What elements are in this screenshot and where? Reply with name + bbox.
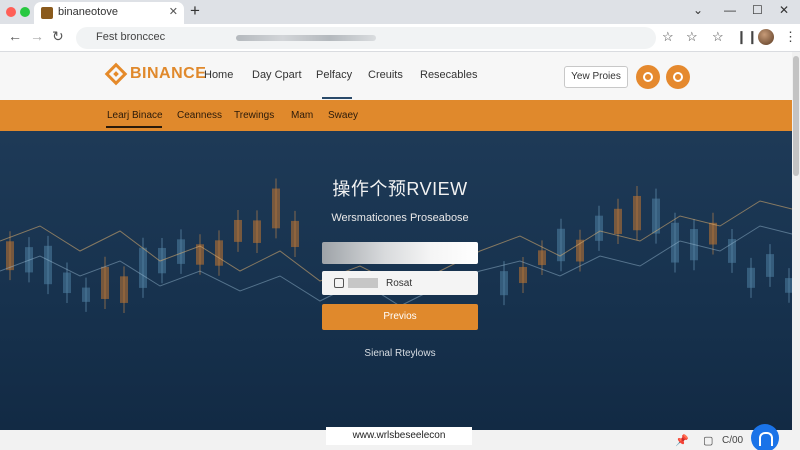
nav-resecables[interactable]: Resecables (420, 69, 477, 81)
subnav-mam[interactable]: Mam (291, 110, 313, 121)
subnav-ceanness[interactable]: Ceanness (177, 110, 222, 121)
browser-tab-bar: binaneotove ✕ + ⌄ — ☐ ✕ (0, 0, 800, 24)
help-fab-button[interactable] (751, 424, 779, 450)
lock-icon (334, 278, 344, 288)
subnav-active-indicator (106, 126, 162, 128)
close-window-dot[interactable] (6, 7, 16, 17)
password-field-value: Rosat (386, 278, 413, 289)
star-outline-icon[interactable]: ☆ (686, 29, 698, 45)
nav-home[interactable]: Home (204, 69, 233, 81)
back-icon[interactable]: ← (8, 28, 22, 44)
candle-body (747, 267, 755, 288)
tab-close-icon[interactable]: ✕ (169, 5, 178, 18)
blurred-input-text (348, 278, 378, 288)
candle-body (728, 239, 736, 263)
candle-body (63, 272, 71, 294)
address-blurred-text (236, 35, 376, 41)
candle-body (766, 254, 774, 277)
close-button[interactable]: ✕ (779, 3, 789, 17)
settings-icon[interactable] (666, 65, 690, 89)
subnav-swaey[interactable]: Swaey (328, 110, 358, 121)
subnav-learn-binance[interactable]: Learj Binace (107, 110, 163, 121)
candle-body (44, 245, 52, 285)
status-text: C/00 (722, 435, 744, 446)
chat-icon[interactable]: ▢ (703, 434, 713, 447)
candle-body (519, 266, 527, 284)
notification-icon[interactable] (636, 65, 660, 89)
hero-title: 操作个预RVIEW (332, 179, 468, 199)
candle-body (215, 240, 223, 266)
maximize-window-dot[interactable] (20, 7, 30, 17)
menu-dots-icon[interactable]: ⋮ (784, 29, 797, 45)
nav-active-indicator (322, 97, 352, 99)
candle-body (139, 247, 147, 288)
address-text: Fest bronccec (96, 31, 166, 43)
status-url: www.wrlsbeseelecon (326, 427, 472, 445)
split-icon[interactable]: ❙❙ (736, 29, 758, 45)
scrollbar-thumb[interactable] (793, 56, 799, 176)
pin-icon[interactable]: 📌 (675, 434, 689, 447)
nav-pelfacy[interactable]: Pelfacy (316, 69, 352, 81)
maximize-button[interactable]: ☐ (752, 3, 763, 17)
browser-toolbar: ← → ↻ Fest bronccec ☆ ☆ ☆ ❙❙ ⋮ (0, 24, 800, 52)
hero-subtitle: Wersmaticones Proseabose (331, 212, 469, 224)
candle-body (120, 276, 128, 303)
email-field[interactable] (322, 242, 478, 264)
candle-body (709, 222, 717, 245)
candle-body (538, 250, 546, 266)
minimize-button[interactable]: — (724, 3, 736, 17)
forward-icon[interactable]: → (30, 28, 44, 44)
signal-reviews-link[interactable]: Sienal Rteylows (0, 348, 800, 359)
candle-body (557, 228, 565, 262)
site-logo[interactable]: BINANCE (130, 65, 206, 83)
profile-avatar[interactable] (758, 29, 774, 45)
subnav-trewings[interactable]: Trewings (234, 110, 274, 121)
candle-body (101, 266, 109, 299)
tab-title: binaneotove (58, 6, 118, 18)
nav-creuits[interactable]: Creuits (368, 69, 403, 81)
candle-body (500, 271, 508, 296)
nav-day-cpart[interactable]: Day Cpart (252, 69, 302, 81)
candle-body (82, 287, 90, 302)
browser-tab[interactable]: binaneotove ✕ (34, 2, 184, 24)
tab-search-icon[interactable]: ⌄ (693, 3, 703, 17)
review-button[interactable]: Yew Proies (564, 66, 628, 88)
submit-button[interactable]: Previos (322, 304, 478, 330)
reload-icon[interactable]: ↻ (52, 28, 64, 45)
address-bar[interactable]: Fest bronccec (76, 27, 656, 49)
new-tab-button[interactable]: + (190, 1, 200, 21)
bookmark-star-icon[interactable]: ☆ (712, 29, 724, 45)
favicon-icon (41, 7, 53, 19)
candle-body (291, 220, 299, 248)
star-icon[interactable]: ☆ (662, 29, 674, 45)
